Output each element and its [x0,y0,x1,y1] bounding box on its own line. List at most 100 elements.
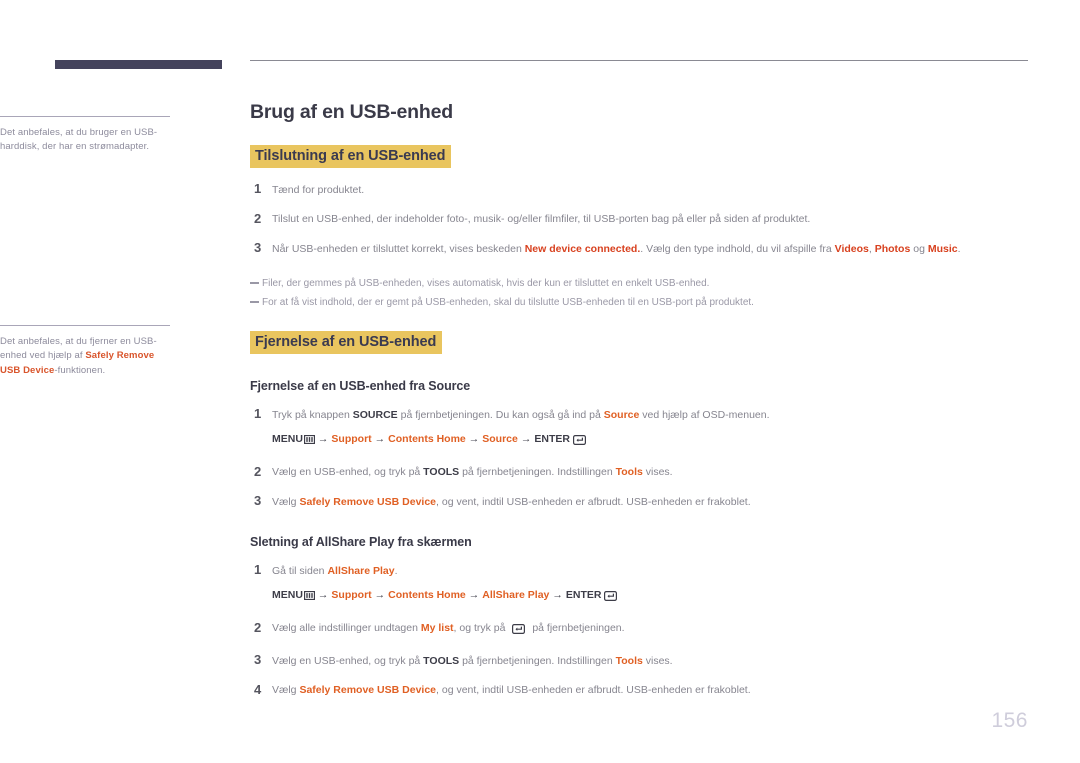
step-number: 3 [254,493,262,509]
menu-path-start: MENU [272,588,303,601]
text: Tryk på knappen [272,408,353,421]
osd-menu-path: MENU → Support → Contents Home → Source → ENTER [272,432,1030,451]
divider [0,116,170,117]
step-text: Vælg Safely Remove USB Device, og vent, … [272,493,1030,510]
numbered-step: 1 Tryk på knappen SOURCE på fjernbetjenin… [250,406,1030,450]
numbered-step: 3 Vælg en USB-enhed, og tryk på TOOLS på … [250,652,1030,669]
text: Tænd for produktet. [272,183,365,196]
section-heading: Fjernelse af en USB-enhed [250,331,443,355]
note-text: -funktionen. [54,364,106,376]
section-heading: Tilslutning af en USB-enhed [250,145,452,168]
text: Gå til siden [272,564,328,577]
text: på fjernbetjeningen. Indstillingen [459,654,616,667]
menu-path-item[interactable]: Contents Home [388,433,466,445]
text: vises. [642,466,673,479]
section-body: Fjernelse af en USB-enhed fra Source 1 Try… [250,379,1030,699]
text: Vælg en USB-enhed, og tryk på [272,654,424,667]
path-arrow-icon: → [552,588,563,601]
divider [0,325,170,326]
numbered-step: 2 Vælg alle indstillinger undtagen My lis… [250,620,1030,640]
step-text: Vælg alle indstillinger undtagen My list… [272,620,1030,640]
sidebar [55,60,225,69]
key-term: SOURCE [352,408,398,421]
dash-icon [250,301,259,303]
step-text: Når USB-enheden er tilsluttet korrekt, v… [272,240,1030,257]
text: på fjernbetjeningen. Du kan også gå ind … [397,408,604,421]
numbered-step: 3 Vælg Safely Remove USB Device, og vent,… [250,493,1030,510]
text: , og vent, indtil USB-enheden er afbrudt… [436,495,751,508]
step-number: 2 [254,619,262,635]
step-text: Vælg en USB-enhed, og tryk på TOOLS på f… [272,652,1030,669]
menu-path-end: ENTER [534,432,570,445]
menu-path-item[interactable]: AllShare Play [482,589,549,601]
step-text: Gå til siden AllShare Play. MENU → Support →… [272,562,1030,606]
step-number: 3 [254,240,262,256]
path-arrow-icon: → [317,432,329,445]
text: Vælg [272,684,300,697]
numbered-step: 2 Tilslut en USB-enhed, der indeholder fo… [250,211,1030,228]
alert-term: Music [927,242,958,255]
subsection-heading: Fjernelse af en USB-enhed fra Source [250,379,471,394]
note-item: Filer, der gemmes på USB-enheden, vises … [250,276,1030,291]
key-term: TOOLS [423,466,460,479]
path-arrow-icon: → [317,588,329,601]
numbered-step: 1 Gå til siden AllShare Play. MENU → Support… [250,562,1030,606]
text: , og vent, indtil USB-enheden er afbrudt… [436,684,751,697]
text: på fjernbetjeningen. [529,622,625,635]
header-divider [250,60,1028,61]
alert-term: Photos [874,242,911,255]
menu-icon [303,590,316,606]
sections-container: Tilslutning af en USB-enhed 1 Tænd for pro… [250,124,1030,699]
menu-path-item[interactable]: Source [482,433,518,445]
step-text: Tænd for produktet. [272,181,1030,198]
key-term: TOOLS [423,654,460,667]
menu-path-end: ENTER [565,588,602,601]
numbered-step: 1 Tænd for produktet. [250,181,1030,198]
numbered-step: 3 Når USB-enheden er tilsluttet korrekt, … [250,240,1030,257]
step-number: 1 [254,406,262,422]
menu-term: Source [603,408,640,421]
text: . [957,242,961,255]
step-text: Tilslut en USB-enhed, der indeholder fot… [272,211,1030,228]
text: Vælg alle indstillinger undtagen [272,622,421,635]
brand-bar [55,60,222,69]
menu-term: Tools [615,466,643,479]
step-text: Tryk på knappen SOURCE på fjernbetjening… [272,406,1030,450]
notes-list: Filer, der gemmes på USB-enheden, vises … [250,276,1030,310]
subsection-heading: Sletning af AllShare Play fra skærmen [250,535,472,550]
step-number: 2 [254,210,262,226]
step-number: 4 [254,681,262,697]
path-arrow-icon: → [468,588,480,601]
text: vises. [642,654,673,667]
menu-term: My list [420,622,454,635]
osd-menu-path: MENU → Support → Contents Home → AllShare Play… [272,588,1030,607]
step-number: 3 [254,652,262,668]
sidebar-note-usb-harddisk: Det anbefales, at du bruger en USB-hardd… [0,116,172,155]
numbered-step: 4 Vælg Safely Remove USB Device, og vent,… [250,682,1030,699]
main-content: Brug af en USB-enhed Tilslutning af en U… [250,60,1030,699]
text: , og tryk på [453,622,509,635]
menu-term: Tools [615,654,643,667]
menu-path-item[interactable]: Contents Home [388,589,466,601]
dash-icon [250,282,259,284]
sidebar-note-text: Det anbefales, at du fjerner en USB-enhe… [0,335,172,378]
menu-term: Safely Remove USB Device [299,495,437,508]
menu-path-start: MENU [272,432,303,445]
text: Vælg [272,495,300,508]
path-arrow-icon: → [520,432,532,445]
page-number: 156 [991,709,1028,732]
sidebar-note-safely-remove: Det anbefales, at du fjerner en USB-enhe… [0,325,172,378]
menu-path-item[interactable]: Support [331,433,371,445]
text: ved hjælp af OSD-menuen. [639,408,770,421]
path-arrow-icon: → [374,432,386,445]
text: Tilslut en USB-enhed, der indeholder fot… [272,213,811,226]
menu-path-item[interactable]: Support [331,589,371,601]
section-body: 1 Tænd for produktet. 2 Tilslut en USB-enhe… [250,181,1030,310]
note-item: For at få vist indhold, der er gemt på U… [250,295,1030,310]
text: . [394,564,398,577]
alert-term: Videos [834,242,869,255]
sidebar-note-text: Det anbefales, at du bruger en USB-hardd… [0,126,172,155]
note-text: For at få vist indhold, der er gemt på U… [262,297,754,309]
step-text: Vælg Safely Remove USB Device, og vent, … [272,682,1030,699]
text: på fjernbetjeningen. Indstillingen [459,466,616,479]
